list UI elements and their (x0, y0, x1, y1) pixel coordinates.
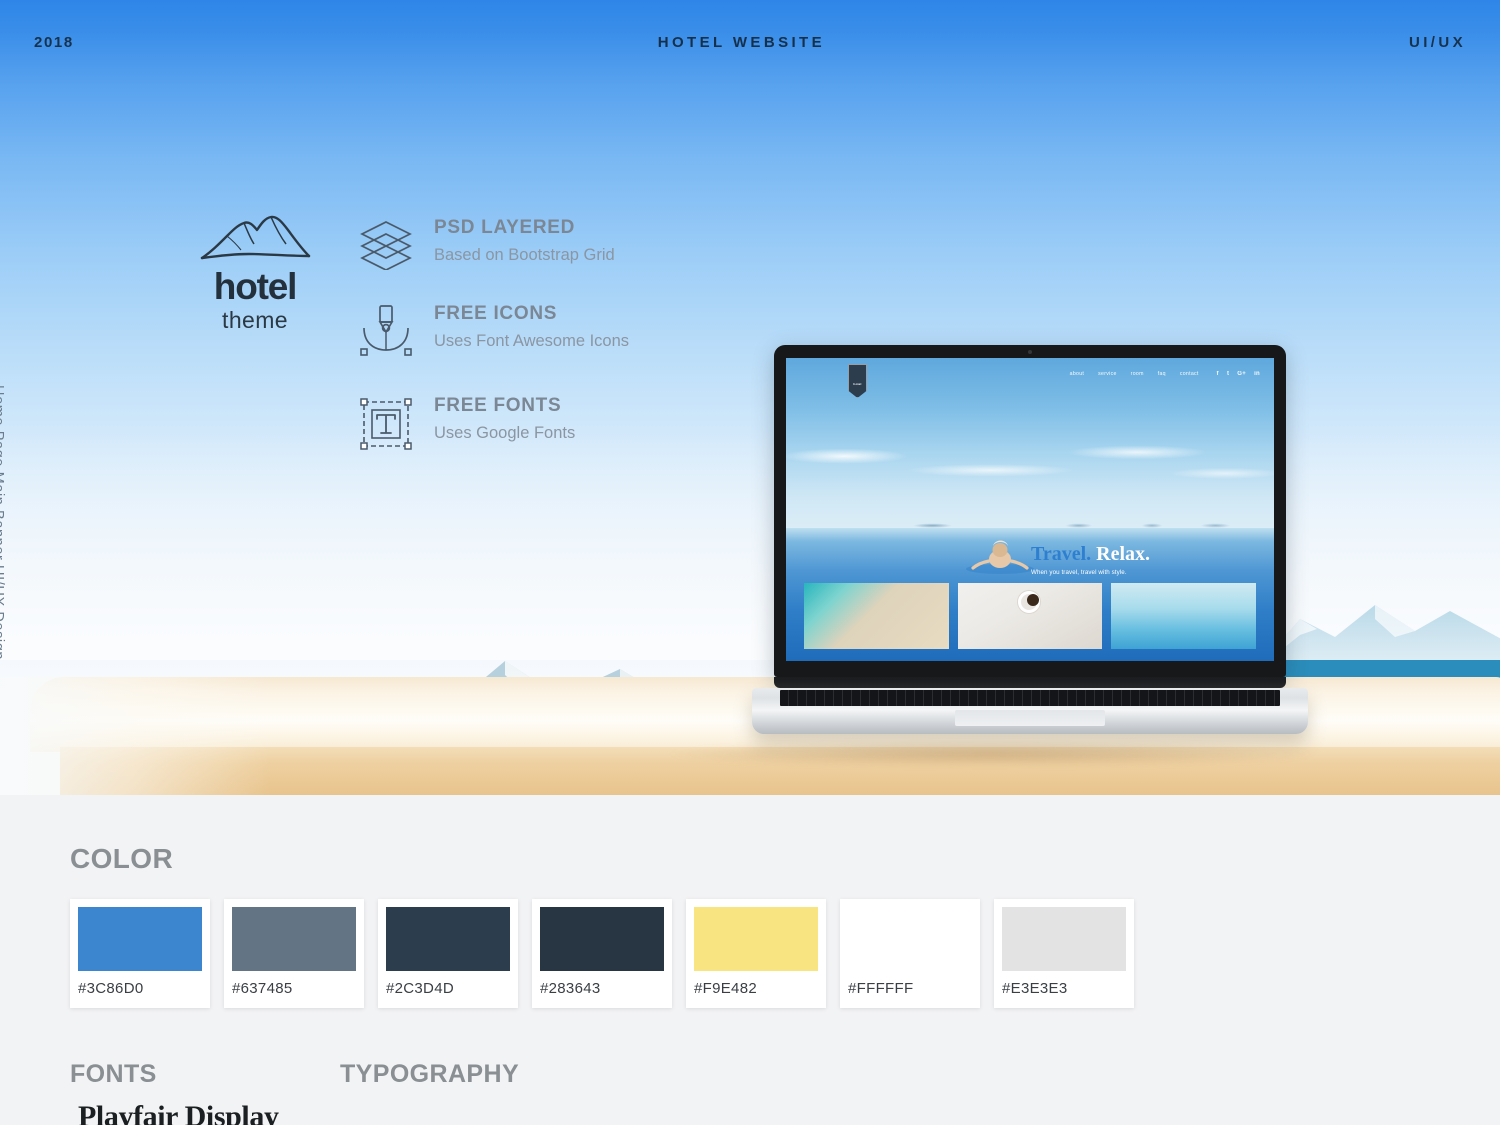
swatch-hex-label: #F9E482 (694, 980, 757, 997)
swatch-hex-label: #3C86D0 (78, 980, 144, 997)
swatch-color-block (540, 907, 664, 971)
feature-item: FREE ICONS Uses Font Awesome Icons (358, 300, 629, 362)
swatch-hex-label: #283643 (540, 980, 601, 997)
feature-list: PSD LAYERED Based on Bootstrap Grid FREE… (358, 214, 629, 452)
feature-desc: Uses Google Fonts (434, 423, 576, 442)
nav-item-room[interactable]: room (1131, 371, 1144, 377)
screen-headline-block: Travel. Relax. When you travel, travel w… (1031, 544, 1150, 576)
font-family-name: Playfair Display (78, 1100, 279, 1125)
laptop-mockup: hotel about service room faq contact f t… (752, 345, 1308, 734)
fonts-section-title: FONTS (70, 1060, 157, 1088)
color-section-title: COLOR (70, 843, 174, 874)
googleplus-icon[interactable]: G+ (1237, 371, 1246, 377)
keyboard[interactable] (780, 690, 1280, 706)
nav-item-faq[interactable]: faq (1158, 371, 1166, 377)
thumbnail-breakfast[interactable] (957, 583, 1103, 649)
social-links[interactable]: f t G+ in (1217, 371, 1260, 377)
twitter-icon[interactable]: t (1227, 371, 1229, 377)
screen-clouds (786, 424, 1274, 504)
color-swatch[interactable]: #3C86D0 (70, 899, 210, 1008)
logo-main-text: hotel (213, 266, 298, 307)
screen-islands (786, 521, 1274, 528)
swatch-color-block (386, 907, 510, 971)
pen-nib-icon (358, 300, 434, 362)
feature-title: PSD LAYERED (434, 217, 576, 238)
swatch-color-block (1002, 907, 1126, 971)
typography-section-title: TYPOGRAPHY (340, 1060, 520, 1088)
laptop-base (752, 688, 1308, 734)
style-guide-section: UI/UX Design COLOR #3C86D0 #637485 #2C3D… (0, 795, 1500, 1125)
top-header: 2018 HOTEL WEBSITE UI/UX (0, 0, 1500, 84)
color-swatch[interactable]: #2C3D4D (378, 899, 518, 1008)
swatch-hex-label: #E3E3E3 (1002, 980, 1068, 997)
desk-fade (0, 677, 270, 795)
text-box-icon (358, 392, 434, 452)
hero-vertical-label: Home Page Main Banner UI/UX Design (0, 385, 6, 661)
laptop-shadow (670, 741, 1310, 767)
headline-white: Relax. (1096, 543, 1151, 565)
nav-item-service[interactable]: service (1098, 371, 1117, 377)
swimmer-photo (961, 539, 1039, 575)
color-swatch[interactable]: #E3E3E3 (994, 899, 1134, 1008)
feature-item: PSD LAYERED Based on Bootstrap Grid (358, 214, 629, 270)
feature-title: FREE FONTS (434, 395, 562, 416)
screen-thumbnail-row (804, 583, 1257, 649)
screen-headline: Travel. Relax. (1031, 544, 1150, 564)
hotel-theme-logo: hotel theme (190, 212, 320, 335)
swatch-hex-label: #FFFFFF (848, 980, 914, 997)
hero-banner: 2018 HOTEL WEBSITE UI/UX Home Page Main … (0, 0, 1500, 795)
webcam-icon (1028, 350, 1032, 354)
mountain-icon (190, 212, 320, 264)
swatch-hex-label: #2C3D4D (386, 980, 454, 997)
feature-desc: Uses Font Awesome Icons (434, 331, 630, 350)
laptop-screen: hotel about service room faq contact f t… (786, 358, 1274, 661)
thumbnail-beach-pool[interactable] (804, 583, 949, 649)
swatch-color-block (232, 907, 356, 971)
headline-blue: Travel. (1031, 543, 1092, 565)
nav-item-contact[interactable]: contact (1180, 371, 1199, 377)
header-year: 2018 (34, 33, 74, 51)
page-title: HOTEL WEBSITE (657, 33, 826, 51)
color-swatch[interactable]: #283643 (532, 899, 672, 1008)
linkedin-icon[interactable]: in (1254, 371, 1260, 377)
layers-icon (358, 214, 434, 270)
feature-title: FREE ICONS (434, 303, 558, 324)
site-logo-text: hotel (853, 382, 862, 386)
laptop-hinge (774, 677, 1286, 688)
color-swatch[interactable]: #F9E482 (686, 899, 826, 1008)
feature-desc: Based on Bootstrap Grid (434, 245, 615, 264)
header-category: UI/UX (1408, 33, 1466, 51)
swatch-color-block (694, 907, 818, 971)
logo-sub-text: theme (222, 307, 288, 333)
swatch-color-block (848, 907, 972, 971)
color-swatch[interactable]: #637485 (224, 899, 364, 1008)
screen-tagline: When you travel, travel with style. (1031, 569, 1127, 576)
color-swatch[interactable]: #FFFFFF (840, 899, 980, 1008)
swatch-hex-label: #637485 (232, 980, 293, 997)
thumbnail-seaview[interactable] (1111, 583, 1257, 649)
color-swatch-list: #3C86D0 #637485 #2C3D4D #283643 #F9E482 … (70, 899, 1134, 1008)
laptop-lid: hotel about service room faq contact f t… (774, 345, 1286, 677)
feature-item: FREE FONTS Uses Google Fonts (358, 392, 629, 452)
nav-item-about[interactable]: about (1070, 371, 1084, 377)
site-nav[interactable]: about service room faq contact f t G+ in (1070, 371, 1260, 377)
facebook-icon[interactable]: f (1217, 371, 1219, 377)
trackpad[interactable] (955, 710, 1105, 726)
swatch-color-block (78, 907, 202, 971)
